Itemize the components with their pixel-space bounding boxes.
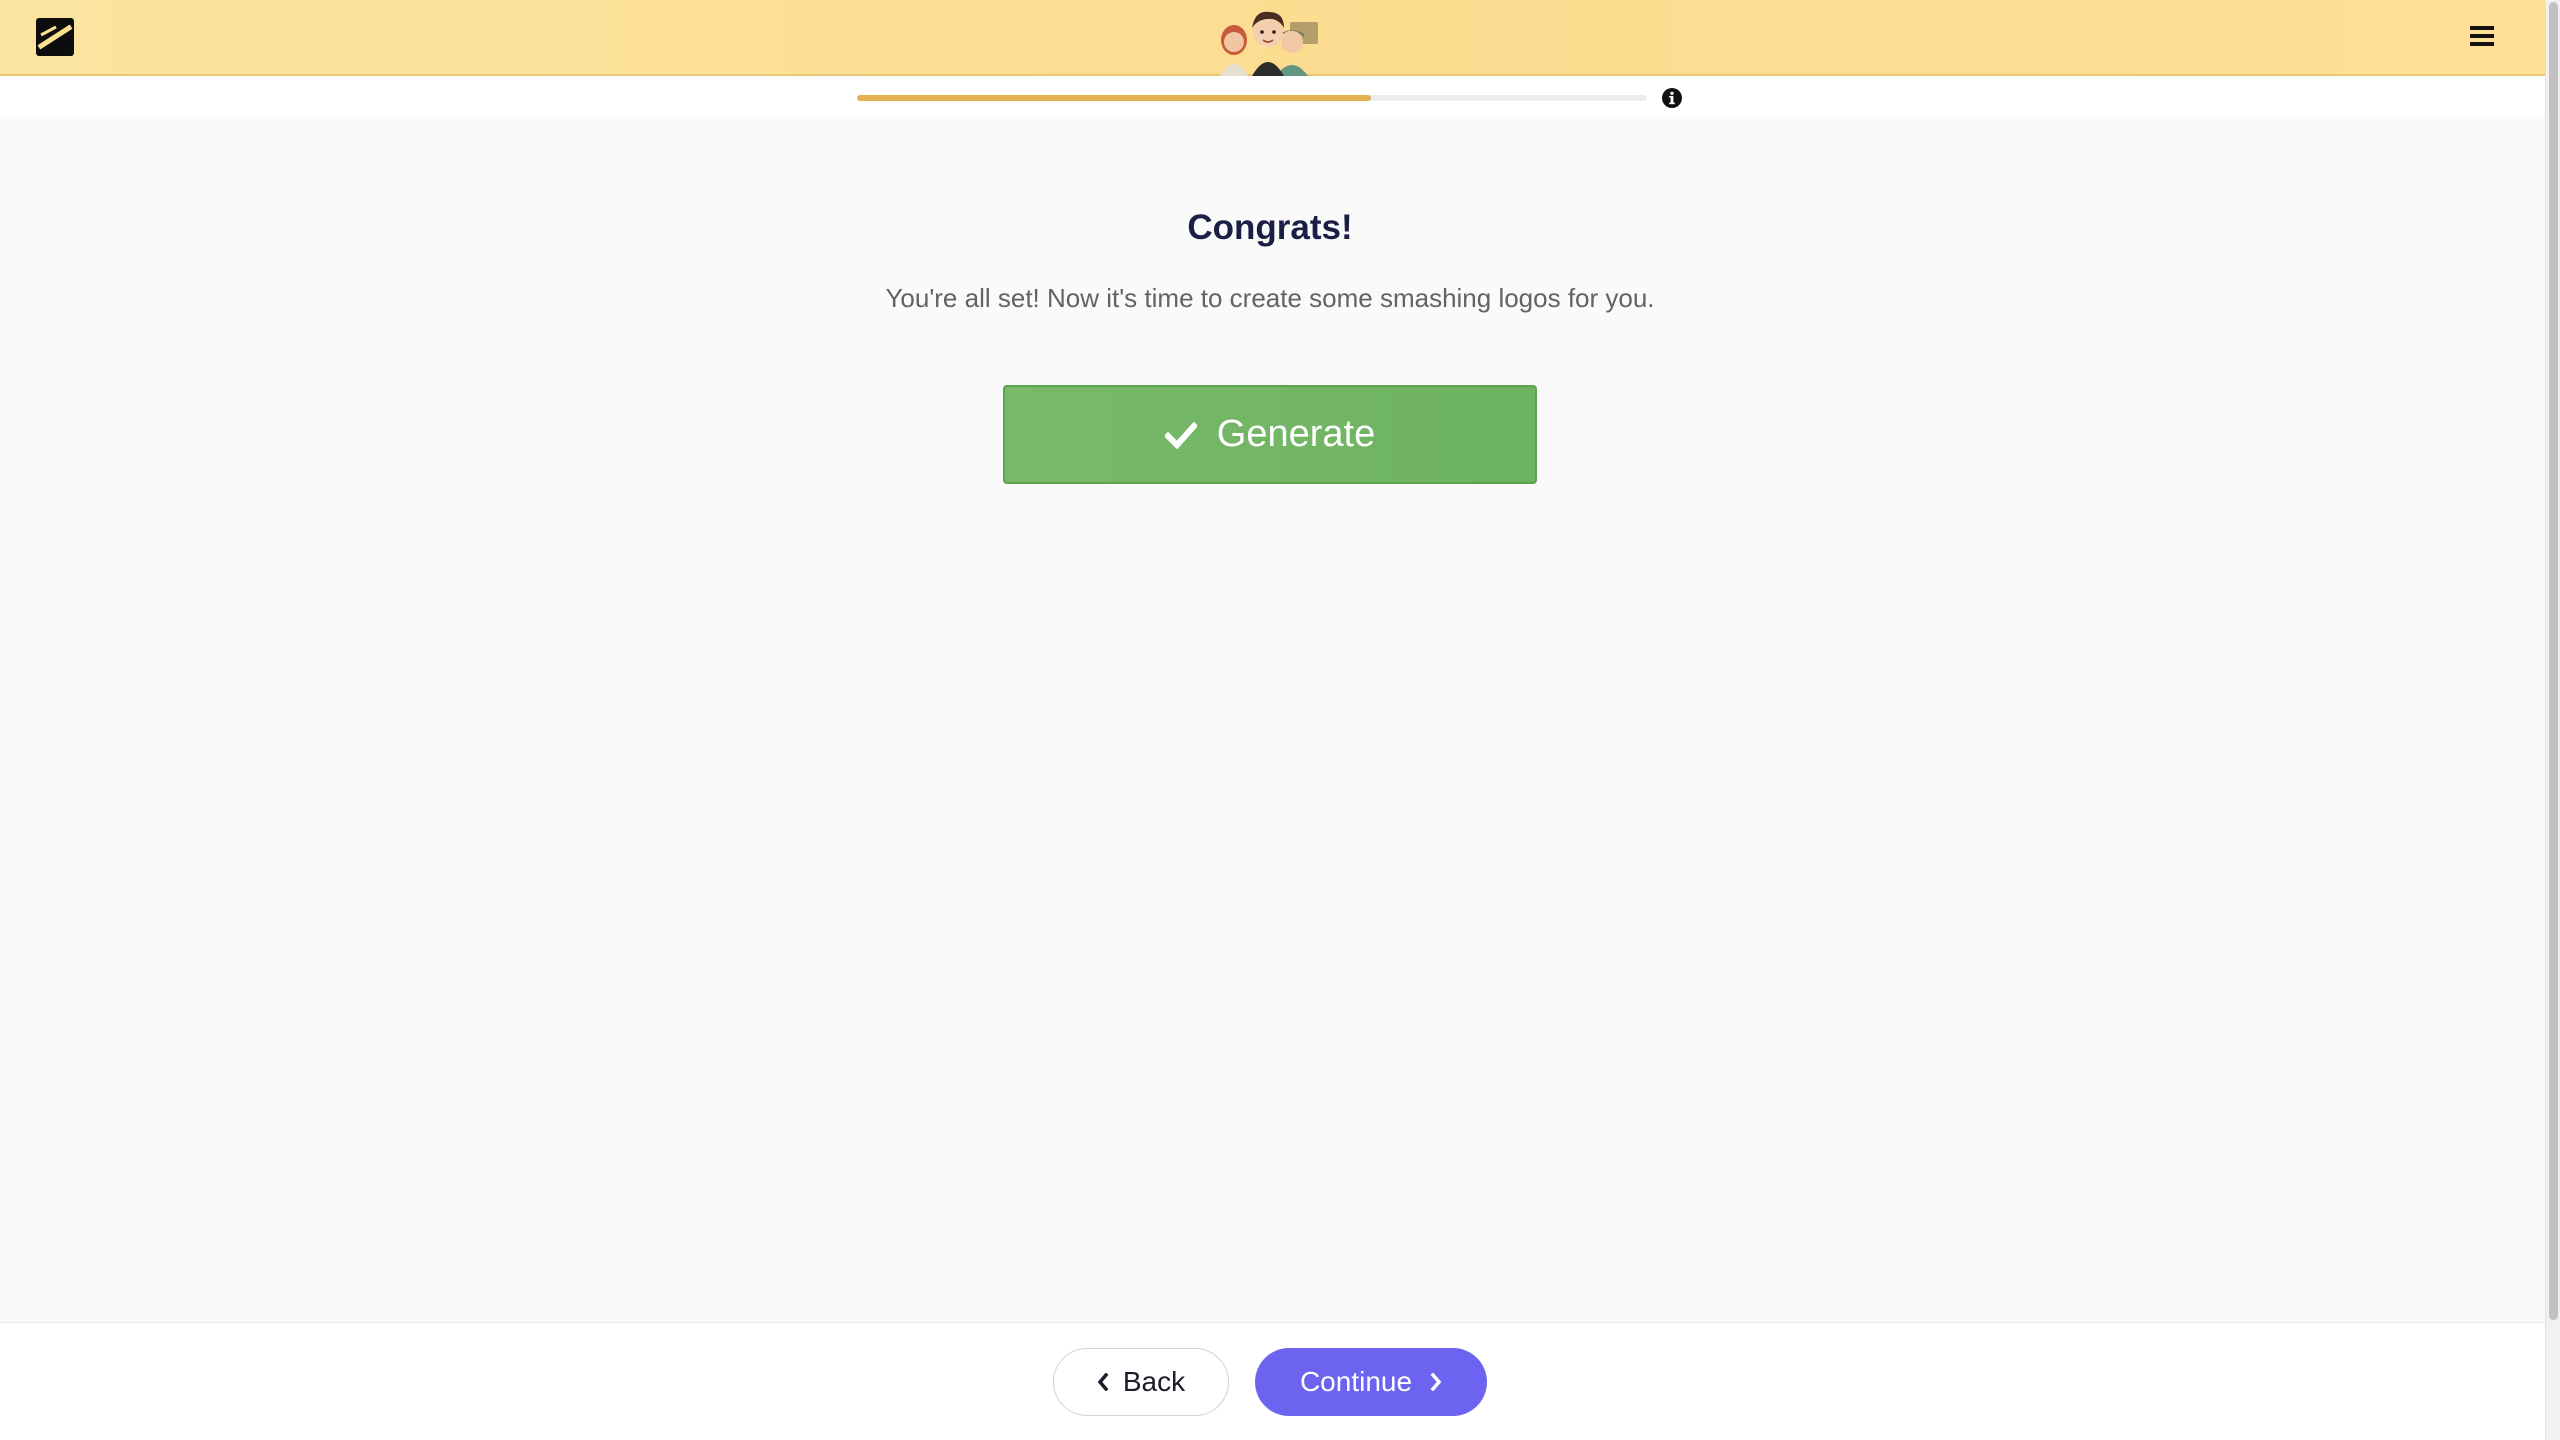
continue-button-label: Continue	[1299, 1366, 1413, 1397]
footer-nav: Back Continue	[0, 1322, 2545, 1440]
team-avatars-illustration	[1212, 4, 1338, 76]
back-button[interactable]: Back	[1053, 1348, 1229, 1416]
main-content: Congrats! You're all set! Now it's time …	[0, 116, 2545, 1322]
progress-bar	[857, 95, 1647, 101]
page-subtitle: You're all set! Now it's time to create …	[885, 283, 1655, 313]
chevron-right-icon	[1430, 1366, 1442, 1398]
back-button-label: Back	[1122, 1366, 1186, 1397]
generate-button-label: Generate	[1216, 413, 1376, 455]
top-header	[0, 0, 2545, 76]
hamburger-menu-icon[interactable]	[2468, 22, 2496, 50]
progress-bar-fill	[857, 95, 1371, 101]
page-title: Congrats!	[1187, 208, 1353, 247]
continue-button[interactable]: Continue	[1255, 1348, 1487, 1416]
checkmark-icon	[1164, 421, 1197, 449]
generate-button[interactable]: Generate	[1003, 385, 1537, 484]
smashing-logo-icon[interactable]	[36, 18, 74, 56]
vertical-scrollbar[interactable]	[2545, 0, 2560, 1440]
scrollbar-thumb[interactable]	[2549, 2, 2558, 1320]
progress-strip	[0, 76, 2545, 116]
chevron-left-icon	[1097, 1366, 1109, 1398]
info-circle-icon[interactable]	[1661, 87, 1683, 109]
